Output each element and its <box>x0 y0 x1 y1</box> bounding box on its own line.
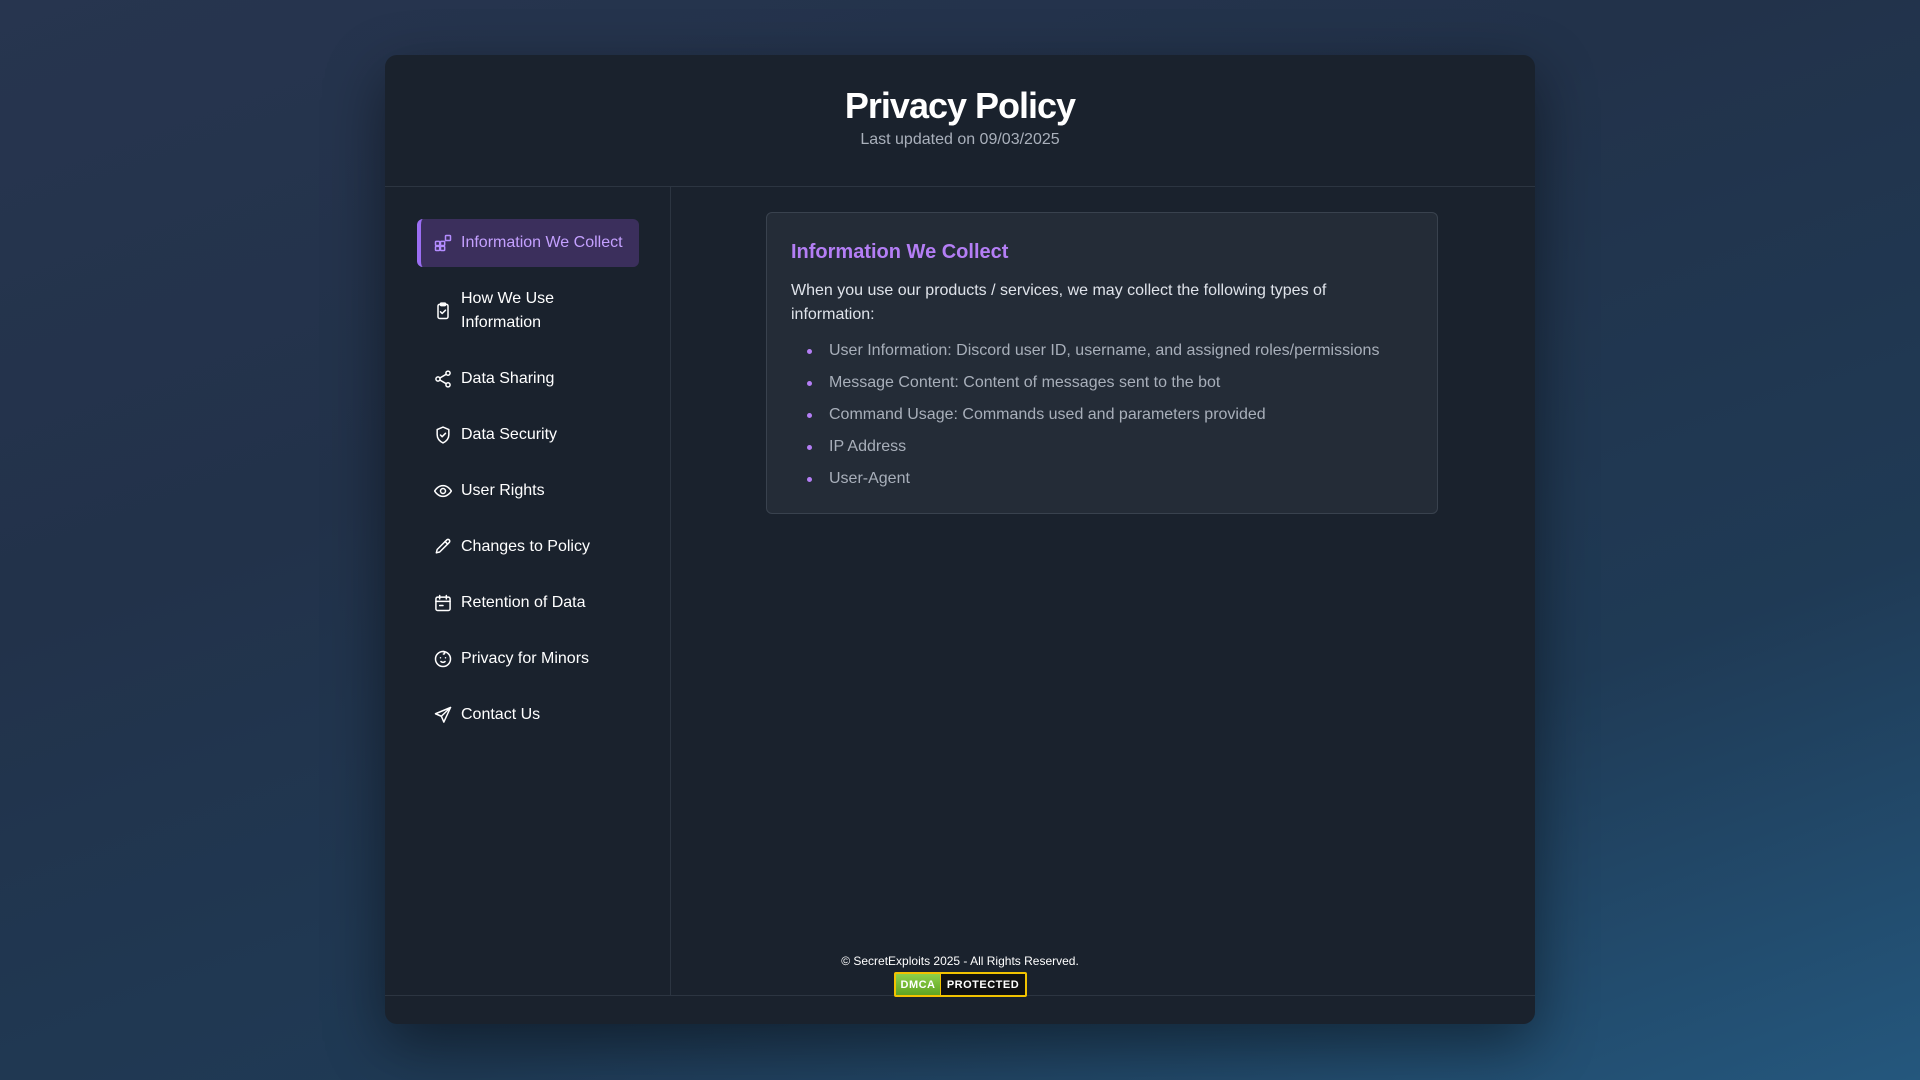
list-item-text: Message Content: Content of messages sen… <box>829 374 1221 391</box>
body-area: Information We Collect How We Use Inform… <box>385 187 1535 996</box>
policy-card: Privacy Policy Last updated on 09/03/202… <box>385 55 1535 1024</box>
sidebar-item-contact-us[interactable]: Contact Us <box>417 691 639 739</box>
section-list: User Information: Discord user ID, usern… <box>791 339 1413 491</box>
sidebar-item-data-sharing[interactable]: Data Sharing <box>417 355 639 403</box>
bullet-dot <box>807 413 812 418</box>
sidebar-item-how-we-use-information[interactable]: How We Use Information <box>417 275 639 347</box>
sidebar-item-label: User Rights <box>461 482 545 499</box>
list-item-text: User Information: Discord user ID, usern… <box>829 342 1380 359</box>
share-icon <box>433 369 453 389</box>
sidebar-item-privacy-for-minors[interactable]: Privacy for Minors <box>417 635 639 683</box>
sidebar-item-label: Data Sharing <box>461 370 555 387</box>
sidebar-item-user-rights[interactable]: User Rights <box>417 467 639 515</box>
page-footer: © SecretExploits 2025 - All Rights Reser… <box>385 954 1535 1024</box>
copyright-text: © SecretExploits 2025 - All Rights Reser… <box>841 954 1079 968</box>
page-title: Privacy Policy <box>844 85 1076 126</box>
sidebar-item-label: Information We Collect <box>461 234 623 251</box>
blocks-icon <box>433 233 453 253</box>
last-updated: Last updated on 09/03/2025 <box>860 131 1060 148</box>
dmca-badge-left: DMCA <box>896 974 940 995</box>
send-icon <box>433 705 453 725</box>
shield-check-icon <box>433 425 453 445</box>
baby-icon <box>433 649 453 669</box>
list-item-text: IP Address <box>829 438 907 455</box>
list-item: Message Content: Content of messages sen… <box>807 371 1413 395</box>
sidebar-item-label: Contact Us <box>461 706 541 723</box>
sidebar-item-data-security[interactable]: Data Security <box>417 411 639 459</box>
sidebar-item-information-we-collect[interactable]: Information We Collect <box>417 219 639 267</box>
dmca-badge-right: PROTECTED <box>940 974 1025 995</box>
bullet-dot <box>807 381 812 386</box>
list-item: User-Agent <box>807 467 1413 491</box>
pencil-icon <box>433 537 453 557</box>
bullet-dot <box>807 445 812 450</box>
sidebar-item-retention-of-data[interactable]: Retention of Data <box>417 579 639 627</box>
sidebar-item-changes-to-policy[interactable]: Changes to Policy <box>417 523 639 571</box>
list-item-text: Command Usage: Commands used and paramet… <box>829 406 1266 423</box>
list-item: IP Address <box>807 435 1413 459</box>
clipboard-check-icon <box>433 301 453 321</box>
list-item: User Information: Discord user ID, usern… <box>807 339 1413 363</box>
sidebar-nav: Information We Collect How We Use Inform… <box>385 187 671 996</box>
sidebar-item-label: Data Security <box>461 426 558 443</box>
sidebar-item-label: Retention of Data <box>461 594 586 611</box>
dmca-badge[interactable]: DMCA PROTECTED <box>894 972 1027 997</box>
list-item-text: User-Agent <box>829 470 910 487</box>
section-information-we-collect: Information We Collect When you use our … <box>766 212 1438 514</box>
bullet-dot <box>807 477 812 482</box>
calendar-icon <box>433 593 453 613</box>
page-header: Privacy Policy Last updated on 09/03/202… <box>385 55 1535 187</box>
sidebar-item-label: Changes to Policy <box>461 538 590 555</box>
list-item: Command Usage: Commands used and paramet… <box>807 403 1413 427</box>
sidebar-item-label: Privacy for Minors <box>461 650 590 667</box>
sidebar-item-label: How We Use Information <box>461 290 555 331</box>
bullet-dot <box>807 349 812 354</box>
main-content: Information We Collect When you use our … <box>671 187 1535 996</box>
section-intro: When you use our products / services, we… <box>791 282 1327 323</box>
eye-icon <box>433 481 453 501</box>
section-title: Information We Collect <box>791 241 1009 263</box>
